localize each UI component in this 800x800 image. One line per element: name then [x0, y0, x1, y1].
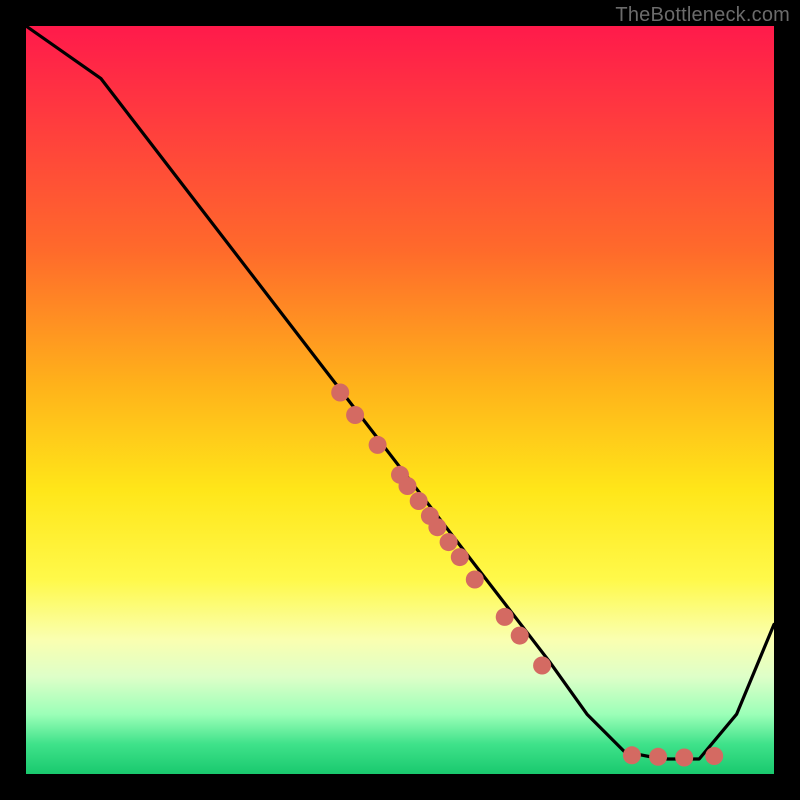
data-point: [675, 749, 693, 767]
data-point: [466, 571, 484, 589]
chart-overlay: [0, 0, 800, 800]
data-point: [428, 518, 446, 536]
data-point: [649, 748, 667, 766]
data-point: [331, 384, 349, 402]
points-layer: [331, 384, 723, 767]
data-point: [451, 548, 469, 566]
chart-stage: TheBottleneck.com: [0, 0, 800, 800]
bottleneck-curve: [26, 26, 774, 759]
data-point: [533, 657, 551, 675]
data-point: [511, 627, 529, 645]
data-point: [440, 533, 458, 551]
data-point: [369, 436, 387, 454]
curve-layer: [26, 26, 774, 759]
data-point: [399, 477, 417, 495]
data-point: [705, 747, 723, 765]
data-point: [410, 492, 428, 510]
data-point: [346, 406, 364, 424]
data-point: [496, 608, 514, 626]
data-point: [623, 746, 641, 764]
